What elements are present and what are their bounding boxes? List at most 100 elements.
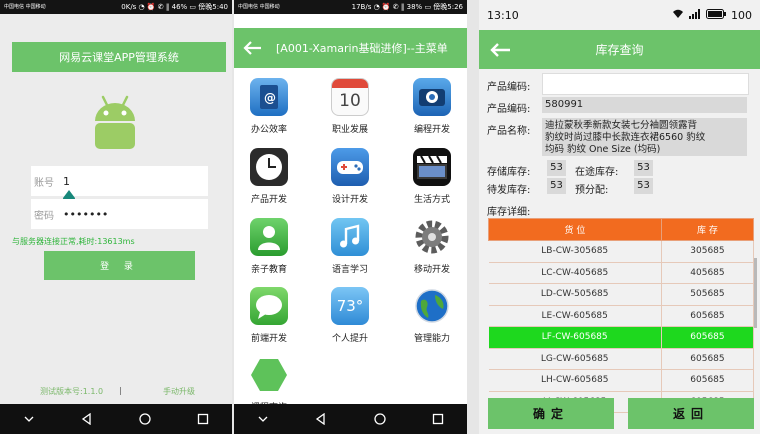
location-cell: LC-CW-405685 [488, 262, 662, 284]
weather-temp: 73° [336, 297, 364, 315]
menu-item[interactable]: 73° 个人提升 [315, 287, 385, 344]
location-cell: LB-CW-305685 [488, 240, 662, 263]
chevron-down-icon[interactable] [257, 413, 269, 425]
pending-label: 待发库存: [487, 185, 531, 196]
weather-icon: 73° [331, 287, 369, 325]
in-transit-label: 在途库存: [575, 167, 619, 178]
wifi-icon [672, 9, 684, 22]
person-icon [250, 218, 288, 256]
table-row[interactable]: LG-CW-605685 605685 [488, 348, 755, 370]
menu-item[interactable]: 移动开发 [397, 218, 467, 275]
menu-item-label: 生活方式 [413, 195, 450, 205]
menu-item[interactable]: 前端开发 [234, 287, 304, 344]
clock-icon [250, 148, 288, 186]
music-note-icon [331, 218, 369, 256]
location-cell: LE-CW-605685 [488, 305, 662, 327]
menu-item-label: 编程开发 [413, 125, 450, 135]
column-header: 库 存 [660, 218, 755, 241]
prealloc-value: 53 [634, 178, 653, 194]
status-bar: 中国电信 中国移动 0K/s ◔ ⏰ ✆ ‖ 46% ▭ 傍晚5:40 [0, 0, 232, 14]
menu-item-label: 语言学习 [331, 265, 368, 275]
product-name-line: 迪拉蒙秋季新款女装七分袖圆领露背 [545, 120, 698, 131]
menu-item[interactable]: 语言学习 [315, 218, 385, 275]
menu-item[interactable]: 编程开发 [397, 78, 467, 135]
in-transit-value: 53 [634, 160, 653, 176]
gear-icon [413, 218, 451, 256]
android-logo-icon [91, 95, 139, 155]
page-title: [A001-Xamarin基础进修]--主菜单 [276, 42, 448, 55]
menu-item[interactable]: 产品开发 [234, 148, 304, 205]
menu-item[interactable]: 10 职业发展 [315, 78, 385, 135]
globe-icon [413, 287, 451, 325]
battery-level: 100 [731, 8, 752, 22]
menu-item[interactable]: 设计开发 [315, 148, 385, 205]
table-row[interactable]: LD-CW-505685 505685 [488, 283, 755, 306]
table-row-selected[interactable]: LF-CW-605685 605685 [488, 326, 755, 349]
status-icons: 100 [672, 8, 752, 22]
carrier-text: 中国电信 中国移动 [238, 4, 280, 10]
menu-item-label: 管理能力 [413, 334, 450, 344]
status-info: 0K/s ◔ ⏰ ✆ ‖ 46% ▭ 傍晚5:40 [121, 3, 228, 11]
back-triangle-icon[interactable] [315, 413, 327, 425]
qty-cell: 605685 [661, 348, 755, 370]
table-row[interactable]: LE-CW-605685 605685 [488, 305, 755, 327]
chevron-down-icon[interactable] [23, 413, 35, 425]
calendar-icon: 10 [331, 78, 369, 116]
table-row[interactable]: LC-CW-405685 405685 [488, 262, 755, 284]
menu-item-label: 产品开发 [250, 195, 287, 205]
confirm-button[interactable]: 确定 [488, 398, 614, 429]
app-title: 网易云课堂APP管理系统 [59, 51, 179, 64]
table-row[interactable]: LH-CW-605685 605685 [488, 369, 755, 392]
home-circle-icon[interactable] [139, 413, 151, 425]
qty-cell: 605685 [661, 326, 755, 349]
password-input[interactable]: ••••••• [63, 208, 108, 221]
app-title-bar: 网易云课堂APP管理系统 [12, 42, 226, 72]
calendar-day: 10 [339, 91, 361, 111]
system-nav-bar [234, 404, 467, 434]
clock-time: 13:10 [487, 8, 519, 22]
password-label: 密码 [34, 210, 54, 222]
stock-value: 53 [547, 160, 566, 176]
menu-item[interactable]: @ 办公效率 [234, 78, 304, 135]
gamepad-icon [331, 148, 369, 186]
menu-item[interactable]: 生活方式 [397, 148, 467, 205]
back-button[interactable]: 返回 [628, 398, 754, 429]
page-title: 库存查询 [595, 43, 644, 57]
version-text: 测试版本号:1.1.0 [40, 387, 104, 396]
location-cell: LG-CW-605685 [488, 348, 662, 370]
home-circle-icon[interactable] [373, 413, 386, 425]
carrier-text: 中国电信 中国移动 [4, 4, 46, 10]
status-bar: 13:10 100 [479, 0, 760, 30]
back-arrow-icon[interactable] [242, 40, 262, 56]
qty-cell: 605685 [661, 305, 755, 327]
back-triangle-icon[interactable] [81, 413, 93, 425]
menu-item-label: 亲子教育 [250, 265, 287, 275]
product-name-label: 产品名称: [487, 126, 531, 137]
upgrade-link[interactable]: 手动升级 [163, 386, 195, 397]
qty-cell: 605685 [661, 369, 755, 392]
table-row[interactable]: LB-CW-305685 305685 [488, 240, 755, 263]
system-nav-bar [0, 404, 232, 434]
signal-icon [689, 8, 701, 22]
column-header: 货 位 [488, 218, 662, 241]
connection-status: 与服务器连接正常,耗时:13613ms [12, 237, 135, 246]
password-field[interactable]: 密码 ••••••• [31, 199, 208, 229]
recents-square-icon[interactable] [432, 413, 444, 425]
status-bar: 中国电信 中国移动 17B/s ◔ ⏰ ✆ ‖ 38% ▭ 傍晚5:26 [234, 0, 467, 14]
table-header-row: 货 位 库 存 [488, 218, 755, 241]
menu-item[interactable]: 管理能力 [397, 287, 467, 344]
menu-item-label: 个人提升 [331, 334, 368, 344]
recents-square-icon[interactable] [197, 413, 209, 425]
product-name-line: 豹纹时尚过膝中长款连衣裙6560 豹纹 [545, 132, 706, 143]
table-scrollbar[interactable] [754, 258, 757, 328]
login-button[interactable]: 登 录 [44, 251, 195, 280]
detail-title: 库存详细: [487, 207, 531, 218]
account-label: 账号 [34, 177, 54, 189]
account-field[interactable]: 账号 1 [31, 166, 208, 196]
product-code-input[interactable] [542, 73, 749, 95]
account-input[interactable]: 1 [63, 175, 70, 188]
menu-item[interactable]: 亲子教育 [234, 218, 304, 275]
inventory-screen: 13:10 100 库存查询 产品编码: 产品编码: 580991 产品名称: … [479, 0, 760, 434]
menu-header: [A001-Xamarin基础进修]--主菜单 [234, 28, 467, 68]
login-screen: 中国电信 中国移动 0K/s ◔ ⏰ ✆ ‖ 46% ▭ 傍晚5:40 网易云课… [0, 0, 232, 434]
